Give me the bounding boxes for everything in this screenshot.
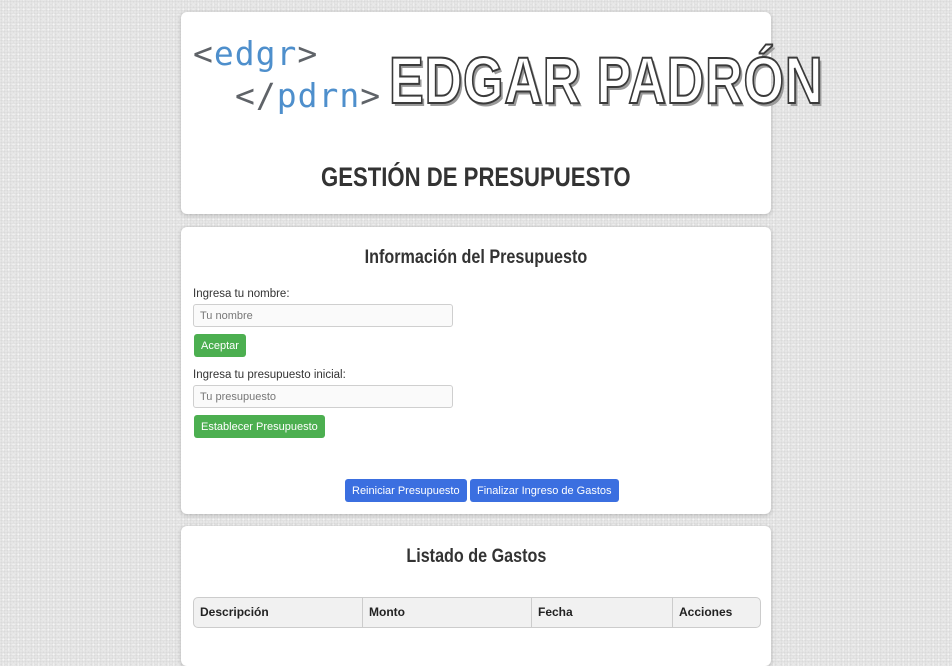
- budget-label: Ingresa tu presupuesto inicial:: [193, 369, 346, 381]
- column-header-date: Fecha: [532, 598, 673, 627]
- logo-word-edgr: edgr: [213, 34, 298, 73]
- header-card: <edgr> </pdrn> EDGAR PADRÓN GESTIÓN DE P…: [181, 12, 823, 214]
- name-input[interactable]: [193, 304, 453, 327]
- budget-form-card: Información del Presupuesto Ingresa tu n…: [181, 227, 771, 514]
- expense-list-card: Listado de Gastos Descripción Monto Fech…: [181, 526, 771, 666]
- column-header-description: Descripción: [194, 598, 363, 627]
- logo-bracket-close: >: [360, 76, 382, 115]
- expense-list-title-text: Listado de Gastos: [405, 546, 546, 567]
- column-header-amount: Monto: [363, 598, 532, 627]
- logo-word-pdrn: pdrn: [276, 76, 361, 115]
- page-title-text: GESTIÓN DE PRESUPUESTO: [321, 162, 631, 192]
- expense-table: Descripción Monto Fecha Acciones: [193, 597, 761, 628]
- logo-bracket-close: >: [297, 34, 319, 73]
- page-title: GESTIÓN DE PRESUPUESTO: [181, 162, 771, 193]
- budget-input[interactable]: [193, 385, 453, 408]
- column-header-actions: Acciones: [679, 605, 733, 619]
- accept-button[interactable]: Aceptar: [194, 334, 246, 357]
- budget-form-title: Información del Presupuesto: [181, 247, 771, 269]
- name-label: Ingresa tu nombre:: [193, 288, 290, 300]
- budget-form-title-text: Información del Presupuesto: [364, 247, 588, 268]
- finish-expenses-button[interactable]: Finalizar Ingreso de Gastos: [470, 479, 619, 502]
- logo-bracket-open: <: [193, 34, 214, 73]
- logo-bracket-open-slash: </: [235, 76, 277, 115]
- table-header-row: Descripción Monto Fecha Acciones: [194, 598, 760, 627]
- brand-name: EDGAR PADRÓN: [388, 42, 824, 118]
- logo-line-pdrn: </pdrn>: [235, 76, 381, 115]
- expense-list-title: Listado de Gastos: [181, 546, 771, 568]
- set-budget-button[interactable]: Establecer Presupuesto: [194, 415, 325, 438]
- reset-budget-button[interactable]: Reiniciar Presupuesto: [345, 479, 467, 502]
- logo-line-edgr: <edgr>: [193, 34, 318, 73]
